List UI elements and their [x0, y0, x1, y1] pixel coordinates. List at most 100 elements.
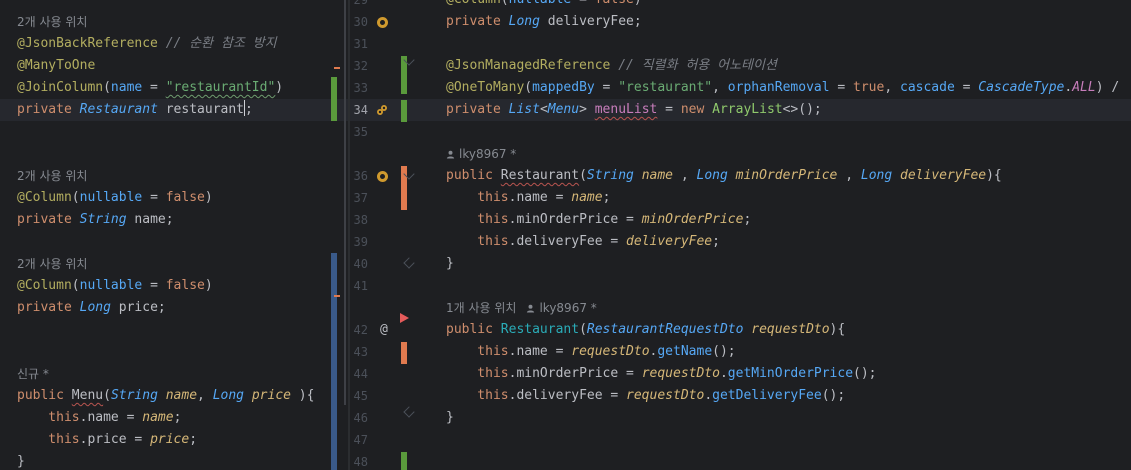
- author-name[interactable]: lky8967 *: [539, 301, 596, 315]
- line-number[interactable]: 40: [350, 253, 368, 275]
- code-line[interactable]: 36 public Restaurant(String name , Long m…: [350, 165, 1131, 187]
- code-line[interactable]: @Column(nullable = false): [0, 275, 348, 297]
- vcs-added-marker[interactable]: [331, 77, 337, 121]
- line-content: 1개 사용 위치 lky8967 *: [446, 297, 597, 320]
- line-number[interactable]: 48: [350, 451, 368, 470]
- left-editor-pane[interactable]: 2개 사용 위치 @JsonBackReference // 순환 참조 방지 @M…: [0, 0, 348, 470]
- line-number[interactable]: 39: [350, 231, 368, 253]
- usage-hint[interactable]: 2개 사용 위치: [17, 15, 87, 29]
- line-content: private List<Menu> menuList = new ArrayL…: [446, 99, 822, 121]
- code-token: price: [150, 432, 190, 447]
- code-token: (: [71, 278, 80, 293]
- code-line[interactable]: @ManyToOne: [0, 55, 348, 77]
- usage-hint-line[interactable]: 신규 *: [0, 363, 348, 385]
- line-number[interactable]: 41: [350, 275, 368, 297]
- code-line[interactable]: 43 this.name = requestDto.getName();: [350, 341, 1131, 363]
- code-line[interactable]: 34 private List<Menu> menuList = new Arra…: [350, 99, 1131, 121]
- code-line[interactable]: 32 @JsonManagedReference // 직렬화 허용 어노테이션: [350, 55, 1131, 77]
- run-arrow-icon[interactable]: [400, 313, 409, 323]
- line-number[interactable]: 35: [350, 121, 368, 143]
- line-number[interactable]: 31: [350, 33, 368, 55]
- usage-hint-line[interactable]: 2개 사용 위치: [0, 253, 348, 275]
- code-line[interactable]: 47: [350, 429, 1131, 451]
- usage-hint[interactable]: 2개 사용 위치: [17, 169, 87, 183]
- line-number[interactable]: 37: [350, 187, 368, 209]
- code-line[interactable]: 48: [350, 451, 1131, 470]
- code-token: @ManyToOne: [17, 58, 96, 73]
- code-line[interactable]: 45 this.deliveryFee = requestDto.getDeli…: [350, 385, 1131, 407]
- code-line[interactable]: this.price = price;: [0, 429, 348, 451]
- code-line[interactable]: @Column(nullable = false): [0, 187, 348, 209]
- code-line[interactable]: [0, 341, 348, 363]
- code-line[interactable]: 39 this.deliveryFee = deliveryFee;: [350, 231, 1131, 253]
- code-line[interactable]: 35: [350, 121, 1131, 143]
- code-line[interactable]: 29 @Column(nullable = false): [350, 0, 1131, 11]
- usage-hint[interactable]: 1개 사용 위치 lky8967 *: [446, 301, 597, 315]
- line-content: this.deliveryFee = requestDto.getDeliver…: [446, 385, 845, 407]
- code-line[interactable]: [0, 121, 348, 143]
- code-line[interactable]: [0, 143, 348, 165]
- code-line[interactable]: 41: [350, 275, 1131, 297]
- code-line[interactable]: 46}: [350, 407, 1131, 429]
- implemented-icon[interactable]: [377, 17, 388, 28]
- line-number[interactable]: 44: [350, 363, 368, 385]
- usage-hint-line[interactable]: 1개 사용 위치 lky8967 *: [350, 297, 1131, 319]
- line-number[interactable]: 46: [350, 407, 368, 429]
- code-token: restaurant: [157, 102, 244, 117]
- usage-count[interactable]: 1개 사용 위치: [446, 301, 516, 315]
- code-line[interactable]: private Restaurant restaurant;: [0, 99, 348, 121]
- line-number[interactable]: 38: [350, 209, 368, 231]
- usage-hint-line[interactable]: lky8967 *: [350, 143, 1131, 165]
- code-line[interactable]: 30 private Long deliveryFee;: [350, 11, 1131, 33]
- vcs-modified-marker[interactable]: [401, 342, 407, 364]
- vcs-deleted-marker[interactable]: [334, 67, 340, 69]
- code-line[interactable]: }: [0, 451, 348, 470]
- code-line[interactable]: @JsonBackReference // 순환 참조 방지: [0, 33, 348, 55]
- code-token: ;: [743, 212, 752, 227]
- code-line[interactable]: private String name;: [0, 209, 348, 231]
- code-token: .: [719, 366, 728, 381]
- code-token: =: [126, 432, 151, 447]
- usage-hint[interactable]: 신규 *: [17, 367, 49, 381]
- line-number[interactable]: 29: [350, 0, 368, 11]
- line-number[interactable]: 34: [350, 99, 368, 121]
- code-line[interactable]: 38 this.minOrderPrice = minOrderPrice;: [350, 209, 1131, 231]
- line-content: 2개 사용 위치: [17, 11, 87, 34]
- line-number[interactable]: 43: [350, 341, 368, 363]
- vertical-scrollbar[interactable]: [344, 0, 346, 405]
- code-line[interactable]: this.name = name;: [0, 407, 348, 429]
- implemented-icon[interactable]: [377, 171, 388, 182]
- code-line[interactable]: 31: [350, 33, 1131, 55]
- code-line[interactable]: [0, 319, 348, 341]
- code-line[interactable]: 33 @OneToMany(mappedBy = "restaurant", or…: [350, 77, 1131, 99]
- author-name[interactable]: lky8967 *: [459, 147, 516, 161]
- code-line[interactable]: public Menu(String name, Long price ){: [0, 385, 348, 407]
- code-token: (: [103, 80, 111, 95]
- implemented-icon[interactable]: [376, 104, 388, 116]
- usage-hint-line[interactable]: 2개 사용 위치: [0, 11, 348, 33]
- code-line[interactable]: [0, 231, 348, 253]
- code-token: private: [17, 102, 80, 117]
- at-icon[interactable]: @: [380, 322, 388, 337]
- vcs-added-marker[interactable]: [401, 452, 407, 470]
- usage-hint[interactable]: 2개 사용 위치: [17, 257, 87, 271]
- code-line[interactable]: 37 this.name = name;: [350, 187, 1131, 209]
- code-line[interactable]: private Long price;: [0, 297, 348, 319]
- line-number[interactable]: 42: [350, 319, 368, 341]
- code-line[interactable]: 42 public Restaurant(RestaurantRequestDto…: [350, 319, 1131, 341]
- code-line[interactable]: 40}: [350, 253, 1131, 275]
- vcs-modified-marker[interactable]: [331, 253, 337, 470]
- line-number[interactable]: 32: [350, 55, 368, 77]
- line-number[interactable]: 45: [350, 385, 368, 407]
- usage-hint[interactable]: lky8967 *: [446, 147, 516, 161]
- vcs-deleted-marker[interactable]: [334, 295, 340, 297]
- usage-hint-line[interactable]: 2개 사용 위치: [0, 165, 348, 187]
- right-editor-pane[interactable]: 29@Column(nullable = false)30private Lon…: [350, 0, 1131, 470]
- line-number[interactable]: 36: [350, 165, 368, 187]
- line-number[interactable]: 47: [350, 429, 368, 451]
- vcs-added-marker[interactable]: [401, 100, 407, 122]
- code-line[interactable]: @JoinColumn(name = "restaurantId"): [0, 77, 348, 99]
- line-number[interactable]: 33: [350, 77, 368, 99]
- code-line[interactable]: 44 this.minOrderPrice = requestDto.getMi…: [350, 363, 1131, 385]
- line-number[interactable]: 30: [350, 11, 368, 33]
